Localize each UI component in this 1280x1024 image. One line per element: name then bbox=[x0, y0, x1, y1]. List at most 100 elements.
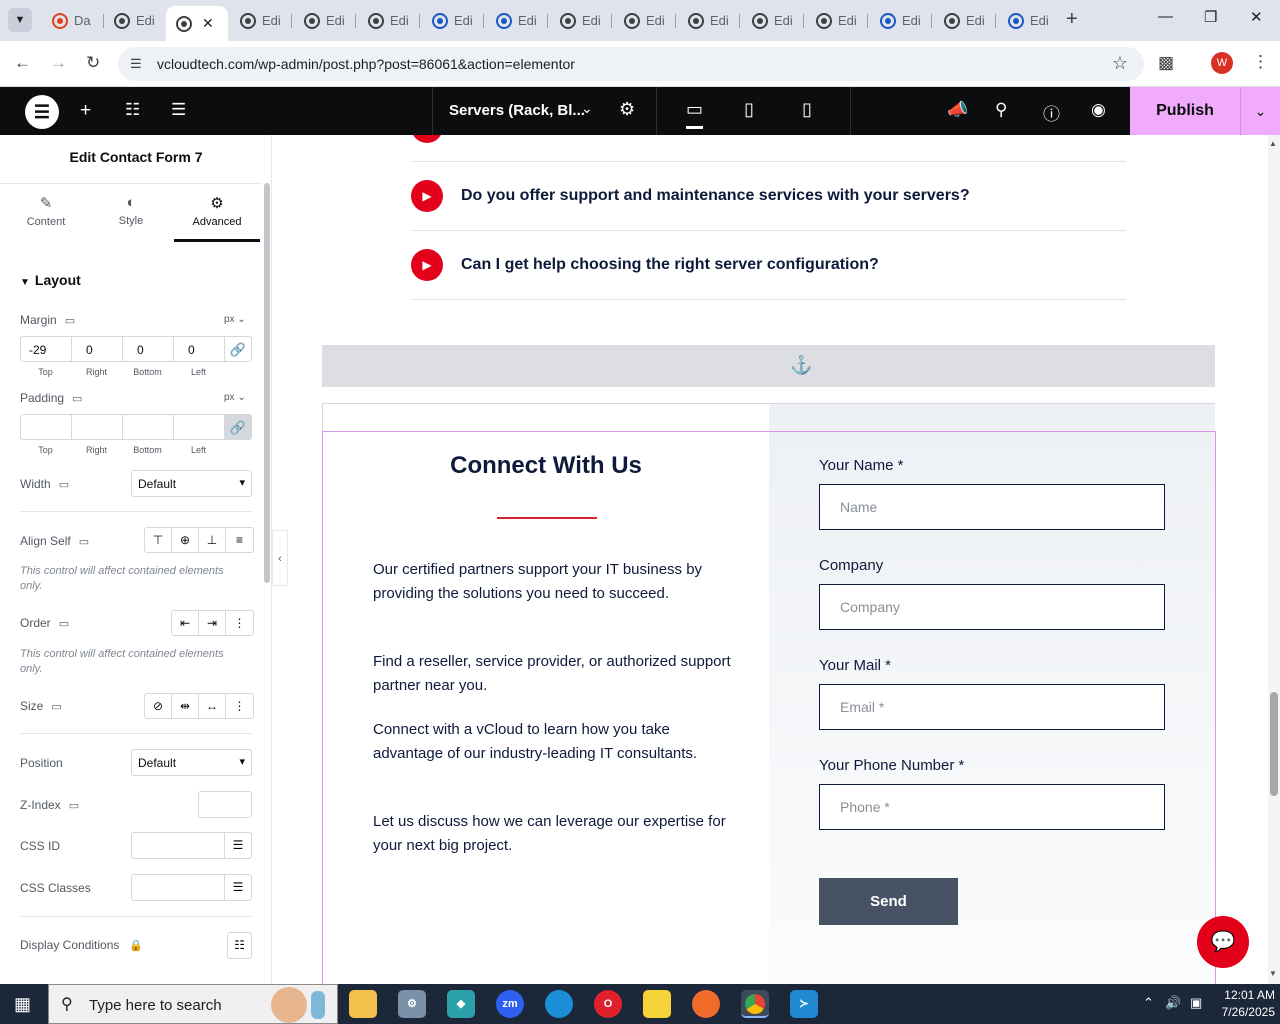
minimize-window-icon[interactable]: — bbox=[1158, 8, 1173, 25]
network-icon[interactable]: ▣ bbox=[1190, 995, 1202, 1011]
scroll-down-icon[interactable]: ▼ bbox=[1269, 969, 1277, 978]
url-text[interactable]: vcloudtech.com/wp-admin/post.php?post=86… bbox=[157, 56, 575, 72]
order-custom-icon[interactable]: ⋮ bbox=[226, 611, 253, 635]
document-title[interactable]: Servers (Rack, Bl... bbox=[449, 102, 585, 119]
align-center-icon[interactable]: ⊕ bbox=[172, 528, 199, 552]
browser-tab[interactable]: Edi bbox=[806, 6, 868, 35]
padding-left-input[interactable] bbox=[174, 415, 225, 439]
css-id-input[interactable]: ☰ bbox=[131, 832, 252, 859]
dynamic-tags-icon[interactable]: ☰ bbox=[224, 833, 251, 858]
browser-tab[interactable]: Edi bbox=[614, 6, 676, 35]
collapse-panel-button[interactable]: ‹ bbox=[272, 530, 288, 586]
site-settings-sliders-icon[interactable]: ☷ bbox=[125, 100, 140, 120]
padding-top-input[interactable] bbox=[21, 415, 72, 439]
responsive-desktop-icon[interactable]: ▭ bbox=[59, 618, 69, 630]
faq-play-icon[interactable]: ▶ bbox=[411, 180, 443, 212]
browser-tab[interactable]: Edi bbox=[358, 6, 420, 35]
reload-icon[interactable]: ↻ bbox=[86, 53, 100, 73]
display-conditions-button[interactable]: ☷ bbox=[227, 932, 252, 959]
settings-app-icon[interactable]: ⚙ bbox=[398, 990, 426, 1018]
size-none-icon[interactable]: ⊘ bbox=[145, 694, 172, 718]
taskbar-clock[interactable]: 12:01 AM 7/26/2025 bbox=[1205, 987, 1275, 1021]
browser-tab[interactable]: Edi bbox=[550, 6, 612, 35]
scroll-up-icon[interactable]: ▲ bbox=[1269, 139, 1277, 148]
new-tab-button[interactable]: + bbox=[1066, 8, 1078, 31]
empty-section-placeholder[interactable]: ⚓ bbox=[322, 345, 1215, 387]
align-start-icon[interactable]: ⊤ bbox=[145, 528, 172, 552]
browser-tab[interactable]: Edi bbox=[486, 6, 548, 35]
phone-input[interactable]: Phone * bbox=[819, 784, 1165, 830]
publish-options-chevron-icon[interactable]: ⌄ bbox=[1240, 87, 1280, 135]
chat-bubble-icon[interactable]: 💬 bbox=[1197, 916, 1249, 968]
padding-unit-select[interactable]: px ⌄ bbox=[224, 392, 246, 403]
email-input[interactable]: Email * bbox=[819, 684, 1165, 730]
back-arrow-icon[interactable]: ← bbox=[14, 53, 31, 73]
position-select[interactable]: Default bbox=[131, 749, 252, 776]
page-settings-gear-icon[interactable]: ⚙ bbox=[619, 99, 635, 120]
extensions-puzzle-icon[interactable]: ▩ bbox=[1158, 53, 1174, 73]
name-input[interactable]: Name bbox=[819, 484, 1165, 530]
css-classes-input[interactable]: ☰ bbox=[131, 874, 252, 901]
browser-tab[interactable]: Edi bbox=[934, 6, 996, 35]
tab-search-button[interactable]: ▼ bbox=[8, 8, 32, 32]
canvas-scrollbar[interactable]: ▲ ▼ bbox=[1268, 135, 1280, 984]
structure-layers-icon[interactable]: ☰ bbox=[171, 100, 186, 120]
browser-tab[interactable]: Edi bbox=[870, 6, 932, 35]
tablet-device-icon[interactable]: ▯ bbox=[744, 99, 754, 120]
responsive-desktop-icon[interactable]: ▭ bbox=[72, 393, 82, 405]
link-values-icon[interactable]: 🔗 bbox=[225, 415, 251, 439]
search-icon[interactable]: ⚲ bbox=[995, 100, 1007, 120]
edge-browser-icon[interactable] bbox=[545, 990, 573, 1018]
panel-scrollbar[interactable] bbox=[264, 183, 270, 583]
3d-app-icon[interactable]: ◆ bbox=[447, 990, 475, 1018]
faq-play-icon[interactable]: ▶ bbox=[411, 249, 443, 281]
faq-question[interactable]: Can I get help choosing the right server… bbox=[461, 256, 879, 274]
sticky-notes-icon[interactable] bbox=[643, 990, 671, 1018]
send-button[interactable]: Send bbox=[819, 878, 958, 925]
add-element-plus-icon[interactable]: + bbox=[80, 100, 91, 122]
align-stretch-icon[interactable]: ≡ bbox=[226, 528, 253, 552]
browser-tab[interactable]: Edi bbox=[678, 6, 740, 35]
elementor-logo-menu-icon[interactable]: ☰ bbox=[25, 95, 59, 129]
vscode-icon[interactable]: ≻ bbox=[790, 990, 818, 1018]
faq-play-icon[interactable]: ▶ bbox=[411, 135, 443, 143]
company-input[interactable]: Company bbox=[819, 584, 1165, 630]
notifications-megaphone-icon[interactable]: 📣 bbox=[947, 100, 968, 120]
browser-tab[interactable]: Edi bbox=[742, 6, 804, 35]
browser-tab[interactable]: Edi bbox=[422, 6, 484, 35]
tab-close-icon[interactable]: ✕ bbox=[202, 15, 214, 32]
section-toggle-layout[interactable]: ▼ Layout bbox=[20, 272, 81, 288]
faq-question[interactable]: Do you offer support and maintenance ser… bbox=[461, 187, 970, 205]
windows-start-icon[interactable]: ▦ bbox=[14, 994, 31, 1015]
tab-advanced[interactable]: ⚙ Advanced bbox=[174, 194, 260, 242]
order-first-icon[interactable]: ⇤ bbox=[172, 611, 199, 635]
document-settings[interactable]: Servers (Rack, Bl... ⌄ ⚙ bbox=[432, 87, 657, 135]
address-bar[interactable]: ☰ vcloudtech.com/wp-admin/post.php?post=… bbox=[118, 47, 1144, 81]
browser-tab[interactable]: Edi bbox=[998, 6, 1060, 35]
site-settings-icon[interactable]: ☰ bbox=[130, 56, 142, 72]
dynamic-tags-icon[interactable]: ☰ bbox=[224, 875, 251, 900]
margin-unit-select[interactable]: px ⌄ bbox=[224, 314, 246, 325]
desktop-device-icon[interactable]: ▭ bbox=[686, 99, 704, 129]
order-last-icon[interactable]: ⇥ bbox=[199, 611, 226, 635]
bookmark-star-icon[interactable]: ☆ bbox=[1112, 53, 1128, 74]
responsive-desktop-icon[interactable]: ▭ bbox=[79, 536, 89, 548]
browser-tab-active[interactable]: ✕ bbox=[166, 6, 228, 41]
browser-tab[interactable]: Edi bbox=[230, 6, 292, 35]
chrome-browser-icon[interactable] bbox=[741, 990, 769, 1018]
browser-menu-icon[interactable]: ⋮ bbox=[1252, 52, 1269, 72]
scrollbar-thumb[interactable] bbox=[1270, 692, 1278, 796]
firefox-browser-icon[interactable] bbox=[692, 990, 720, 1018]
margin-top-input[interactable]: -29 bbox=[21, 337, 72, 361]
padding-right-input[interactable] bbox=[72, 415, 123, 439]
opera-browser-icon[interactable]: O bbox=[594, 990, 622, 1018]
size-custom-icon[interactable]: ⋮ bbox=[226, 694, 253, 718]
preview-eye-icon[interactable]: ◉ bbox=[1091, 100, 1106, 120]
align-end-icon[interactable]: ⊥ bbox=[199, 528, 226, 552]
forward-arrow-icon[interactable]: → bbox=[50, 53, 67, 73]
restore-window-icon[interactable]: ❐ bbox=[1204, 8, 1217, 26]
margin-bottom-input[interactable]: 0 bbox=[123, 337, 174, 361]
publish-button[interactable]: Publish bbox=[1130, 87, 1240, 135]
zoom-icon[interactable]: zm bbox=[496, 990, 524, 1018]
margin-left-input[interactable]: 0 bbox=[174, 337, 225, 361]
